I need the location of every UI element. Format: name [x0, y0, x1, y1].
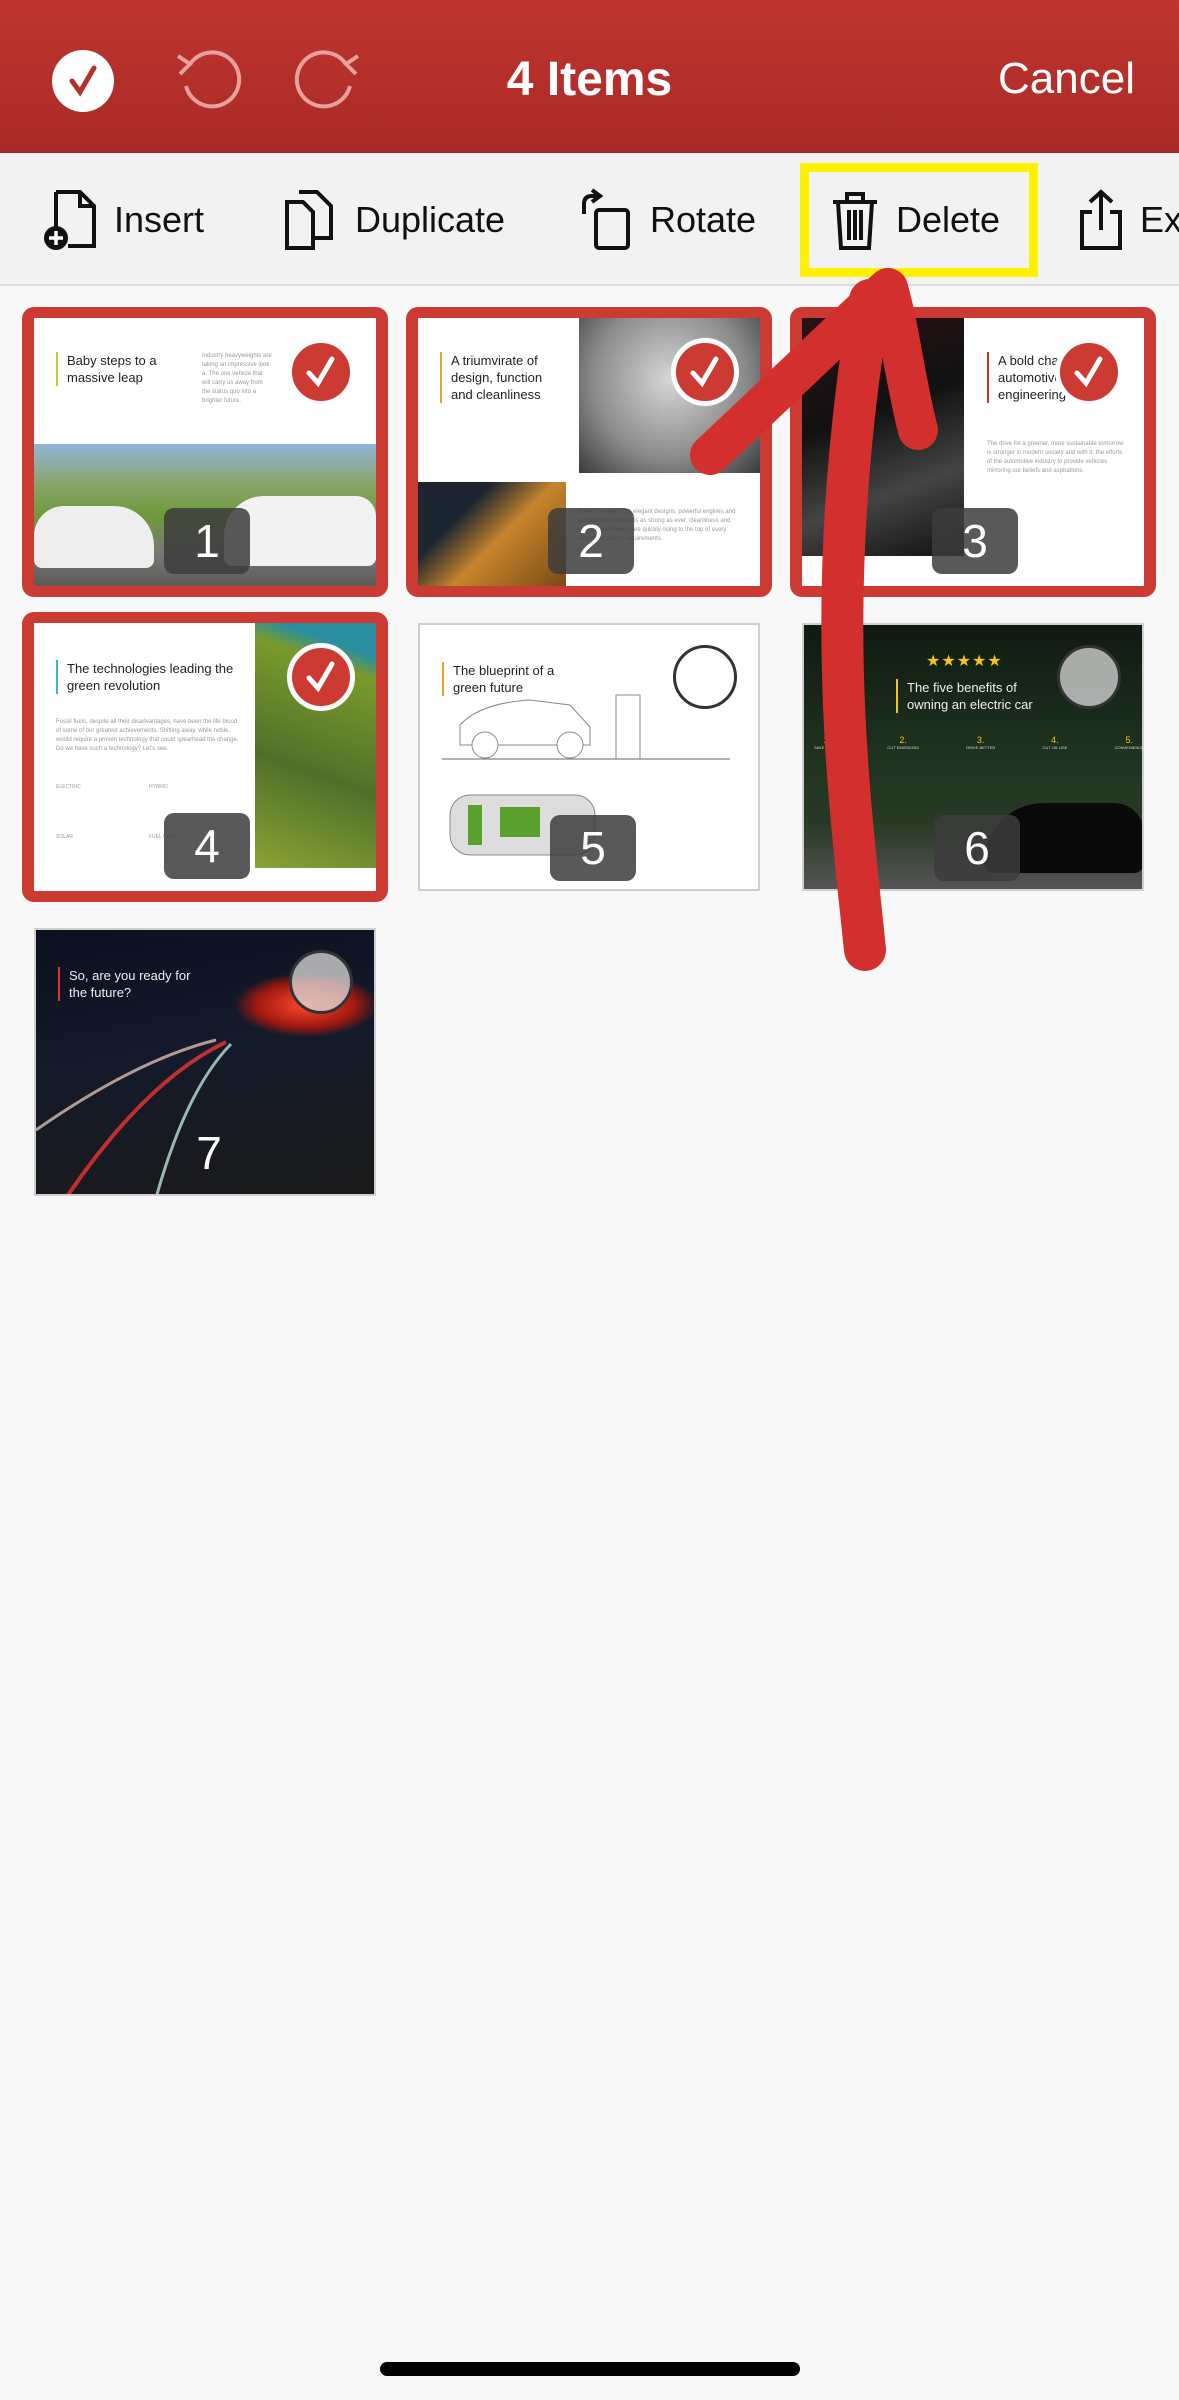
slide-number-badge: 7 — [196, 1127, 222, 1179]
arrow-annotation — [690, 268, 938, 971]
home-indicator[interactable] — [380, 2362, 800, 2376]
